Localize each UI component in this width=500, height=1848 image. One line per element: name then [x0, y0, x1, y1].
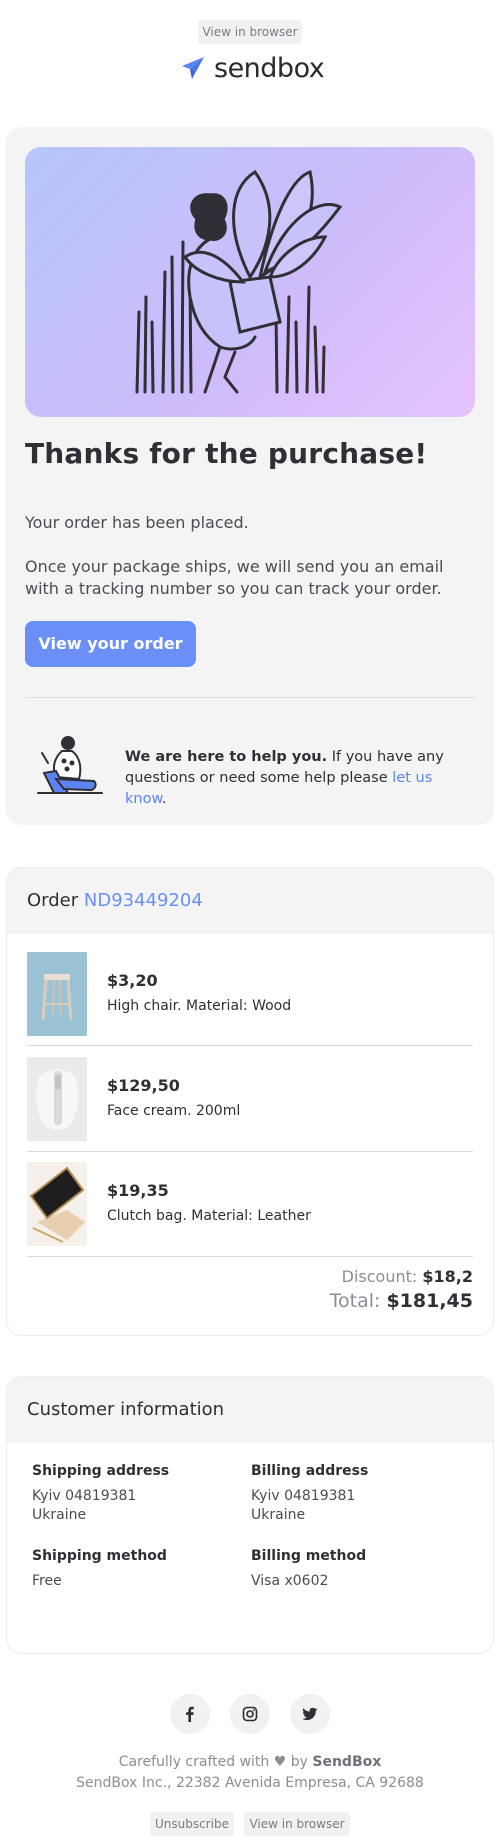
crafted-prefix: Carefully crafted with — [118, 1754, 270, 1770]
unsubscribe-button[interactable]: Unsubscribe — [150, 1812, 234, 1836]
woman-with-plant-illustration — [135, 169, 343, 394]
woman-with-phone-illustration — [37, 736, 103, 794]
view-order-button[interactable]: View your order — [25, 621, 196, 667]
divider — [25, 697, 475, 698]
page-title: Thanks for the purchase! — [25, 437, 428, 470]
crafted-by: by — [290, 1754, 308, 1770]
item-description: High chair. Material: Wood — [107, 998, 292, 1014]
heart-icon: ♥ — [273, 1754, 287, 1770]
tracking-info-text: Once your package ships, we will send yo… — [25, 557, 444, 598]
item-description: Clutch bag. Material: Leather — [107, 1208, 311, 1224]
help-bold-text: We are here to help you. — [125, 749, 328, 765]
shipping-address-line1: Kyiv 04819381 — [32, 1488, 137, 1504]
high-chair-image — [27, 952, 87, 1036]
billing-address-label: Billing address — [251, 1463, 369, 1479]
support-illustration — [34, 733, 106, 799]
instagram-icon — [242, 1706, 258, 1722]
shipping-method-label: Shipping method — [32, 1548, 167, 1564]
billing-method-label: Billing method — [251, 1548, 367, 1564]
discount-label: Discount: — [341, 1267, 418, 1286]
shipping-method-value: Free — [32, 1573, 62, 1589]
facebook-icon — [186, 1706, 194, 1722]
clutch-bag-image — [27, 1162, 87, 1246]
discount-value: $18,2 — [422, 1267, 473, 1286]
facebook-button[interactable] — [170, 1694, 210, 1734]
footer-view-in-browser-button[interactable]: View in browser — [244, 1812, 350, 1836]
order-label: Order — [27, 890, 79, 911]
hero-illustration — [25, 147, 475, 417]
shipping-address-label: Shipping address — [32, 1463, 170, 1479]
discount-row: Discount: $18,2 — [342, 1267, 473, 1286]
item-divider — [27, 1045, 473, 1046]
total-row: Total: $181,45 — [330, 1290, 473, 1312]
billing-address-line2: Ukraine — [251, 1507, 306, 1523]
item-divider — [27, 1256, 473, 1257]
logo-text: sendbox — [214, 52, 325, 84]
crafted-text: Carefully crafted with ♥ by SendBox — [0, 1754, 500, 1770]
face-cream-image — [27, 1057, 87, 1141]
item-divider — [27, 1151, 473, 1152]
paper-plane-logo-icon — [182, 57, 204, 79]
twitter-icon — [302, 1707, 318, 1721]
company-address: SendBox Inc., 22382 Avenida Empresa, CA … — [76, 1775, 424, 1791]
instagram-button[interactable] — [230, 1694, 270, 1734]
help-text: We are here to help you. If you have any… — [125, 747, 475, 810]
item-price: $129,50 — [107, 1076, 180, 1095]
help-end-text: . — [162, 791, 167, 807]
crafted-brand: SendBox — [312, 1754, 382, 1770]
twitter-button[interactable] — [290, 1694, 330, 1734]
item-description: Face cream. 200ml — [107, 1103, 241, 1119]
total-value: $181,45 — [386, 1290, 473, 1312]
total-label: Total: — [329, 1290, 381, 1312]
billing-method-value: Visa x0602 — [251, 1573, 329, 1589]
order-title: Order ND93449204 — [27, 890, 203, 911]
billing-address-line1: Kyiv 04819381 — [251, 1488, 356, 1504]
order-placed-text: Your order has been placed. — [25, 513, 249, 532]
order-number-link[interactable]: ND93449204 — [84, 890, 203, 911]
view-in-browser-button[interactable]: View in browser — [198, 20, 302, 44]
item-price: $3,20 — [107, 971, 158, 990]
sendbox-logo[interactable]: sendbox — [180, 50, 325, 86]
item-price: $19,35 — [107, 1181, 169, 1200]
customer-title: Customer information — [27, 1399, 225, 1420]
shipping-address-line2: Ukraine — [32, 1507, 87, 1523]
